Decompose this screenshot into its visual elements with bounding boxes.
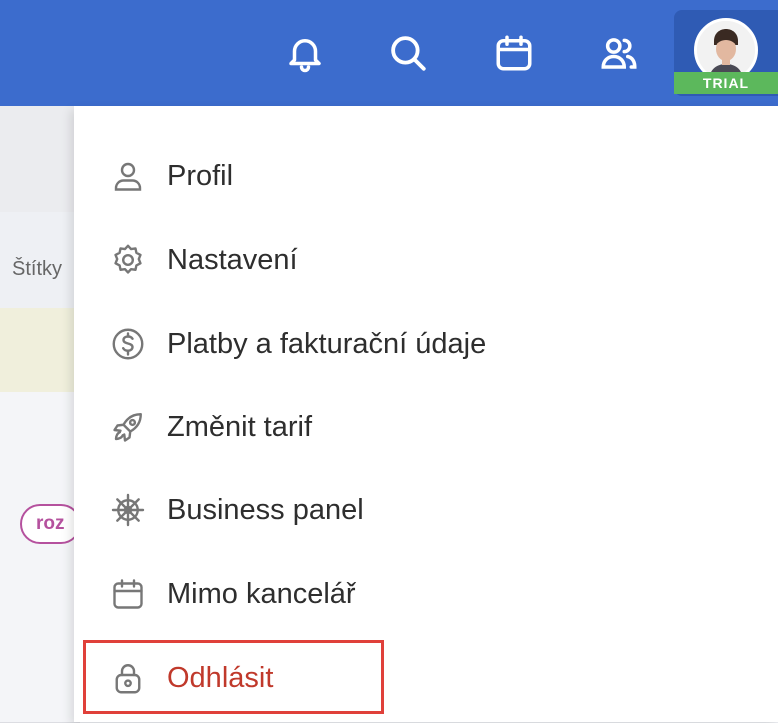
menu-item-profile[interactable]: Profil xyxy=(110,146,710,206)
lock-icon xyxy=(110,658,150,698)
menu-item-payments[interactable]: Platby a fakturační údaje xyxy=(110,314,710,374)
menu-item-change-plan[interactable]: Změnit tarif xyxy=(110,397,710,457)
menu-item-label: Profil xyxy=(167,159,234,192)
user-icon xyxy=(110,156,150,196)
ship-wheel-icon xyxy=(110,490,150,530)
menu-item-out-of-office[interactable]: Mimo kancelář xyxy=(110,564,710,624)
menu-item-label: Platby a fakturační údaje xyxy=(167,327,487,360)
menu-item-label: Odhlásit xyxy=(167,661,274,694)
bell-icon[interactable] xyxy=(281,28,329,78)
table-row[interactable] xyxy=(0,650,80,723)
table-row[interactable] xyxy=(0,392,80,479)
rocket-icon xyxy=(110,407,150,447)
table-row[interactable] xyxy=(0,564,80,651)
menu-item-business-panel[interactable]: Business panel xyxy=(110,480,710,540)
person-photo-icon xyxy=(697,21,755,79)
calendar-icon xyxy=(110,574,150,614)
menu-item-logout[interactable]: Odhlásit xyxy=(110,648,710,708)
menu-item-label: Změnit tarif xyxy=(167,410,313,443)
tag-pill[interactable]: roz xyxy=(20,504,81,544)
trial-badge: TRIAL xyxy=(674,72,778,94)
menu-item-label: Nastavení xyxy=(167,243,298,276)
search-icon[interactable] xyxy=(384,28,432,78)
users-icon[interactable] xyxy=(595,28,643,78)
gear-icon xyxy=(110,240,150,280)
menu-item-label: Mimo kancelář xyxy=(167,577,356,610)
user-avatar-button[interactable]: TRIAL xyxy=(674,10,778,96)
calendar-icon[interactable] xyxy=(490,28,538,78)
column-label: Štítky xyxy=(12,258,63,280)
top-bar: TRIAL xyxy=(0,0,778,106)
menu-item-label: Business panel xyxy=(167,493,364,526)
menu-item-settings[interactable]: Nastavení xyxy=(110,230,710,290)
dollar-icon xyxy=(110,324,150,364)
user-dropdown-menu: Profil Nastavení Platby a fakturační úda… xyxy=(74,106,778,722)
table-row[interactable] xyxy=(0,308,80,393)
background-header xyxy=(0,106,80,212)
